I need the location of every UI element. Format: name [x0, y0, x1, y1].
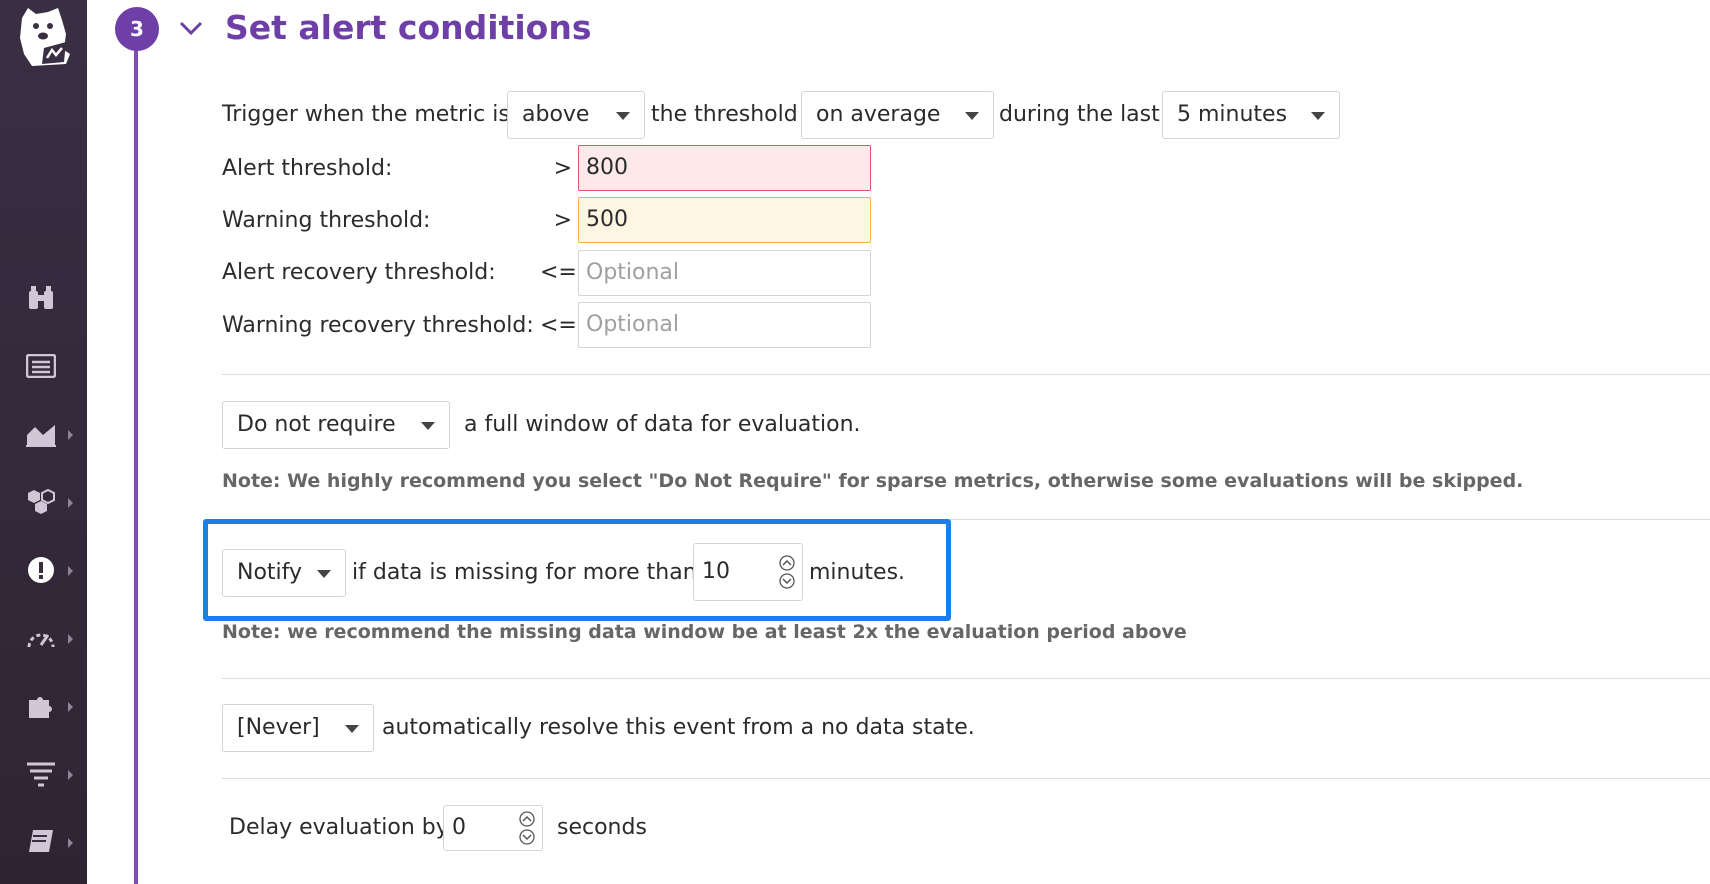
sidebar-item-monitors[interactable]	[0, 550, 87, 590]
aggregation-select[interactable]: on average	[801, 91, 994, 139]
chevron-right-icon	[66, 563, 76, 577]
chevron-down-icon[interactable]	[178, 17, 204, 39]
warning-threshold-operator: >	[553, 208, 572, 233]
section-title[interactable]: Set alert conditions	[225, 6, 591, 50]
warning-threshold-label: Warning threshold:	[222, 208, 431, 233]
sidebar-item-dashboards[interactable]	[0, 414, 87, 454]
step-number-badge: 3	[115, 7, 159, 51]
alert-icon	[25, 554, 57, 586]
caret-down-icon	[965, 112, 979, 120]
sidebar-item-infrastructure[interactable]	[0, 482, 87, 522]
full-window-select[interactable]: Do not require	[222, 401, 450, 449]
alert-threshold-label: Alert threshold:	[222, 156, 393, 181]
chevron-right-icon	[66, 631, 76, 645]
number-stepper-icon[interactable]	[518, 810, 536, 846]
sidebar-item-watchdog[interactable]	[0, 278, 87, 318]
chevron-right-icon	[66, 699, 76, 713]
book-icon	[25, 826, 57, 858]
divider	[222, 678, 1710, 679]
trigger-during-label: during the last	[999, 102, 1160, 127]
full-window-select-value: Do not require	[237, 412, 396, 437]
trigger-prefix-label: Trigger when the metric is	[222, 102, 510, 127]
filter-lines-icon	[25, 758, 57, 790]
missing-data-note: Note: we recommend the missing data wind…	[222, 621, 1187, 643]
warning-recovery-threshold-label: Warning recovery threshold:	[222, 313, 534, 338]
chevron-right-icon	[66, 495, 76, 509]
alert-threshold-operator: >	[553, 156, 572, 181]
auto-resolve-suffix-label: automatically resolve this event from a …	[382, 715, 975, 740]
hexagons-icon	[25, 486, 57, 518]
list-icon	[25, 350, 57, 382]
step-rail	[134, 40, 138, 884]
caret-down-icon	[345, 725, 359, 733]
binoculars-icon	[25, 282, 57, 314]
alert-recovery-threshold-input[interactable]: Optional	[578, 250, 871, 296]
aggregation-select-value: on average	[816, 102, 941, 127]
warning-threshold-input[interactable]: 500	[578, 197, 871, 243]
auto-resolve-select[interactable]: [Never]	[222, 704, 374, 752]
caret-down-icon	[616, 112, 630, 120]
delay-prefix-label: Delay evaluation by	[229, 815, 449, 840]
highlight-box	[203, 519, 951, 621]
area-chart-icon	[25, 418, 57, 450]
chevron-right-icon	[66, 767, 76, 781]
sidebar-item-integrations[interactable]	[0, 686, 87, 726]
sidebar-item-events[interactable]	[0, 346, 87, 386]
sidebar-item-apm[interactable]	[0, 618, 87, 658]
full-window-note: Note: We highly recommend you select "Do…	[222, 470, 1524, 492]
sidebar	[0, 0, 87, 884]
comparison-select-value: above	[522, 102, 590, 127]
full-window-suffix-label: a full window of data for evaluation.	[464, 412, 861, 437]
trigger-middle-label: the threshold	[651, 102, 798, 127]
sidebar-item-notebooks[interactable]	[0, 822, 87, 862]
puzzle-icon	[25, 690, 57, 722]
alert-recovery-operator: <=	[540, 260, 577, 285]
comparison-select[interactable]: above	[507, 91, 645, 139]
caret-down-icon	[1311, 112, 1325, 120]
delay-seconds-value: 0	[452, 815, 466, 840]
warning-recovery-operator: <=	[540, 313, 577, 338]
sidebar-item-logs[interactable]	[0, 754, 87, 794]
datadog-logo-icon[interactable]	[14, 4, 72, 68]
chevron-right-icon	[66, 835, 76, 849]
warning-recovery-threshold-input[interactable]: Optional	[578, 302, 871, 348]
window-select[interactable]: 5 minutes	[1162, 91, 1340, 139]
gauge-icon	[25, 622, 57, 654]
window-select-value: 5 minutes	[1177, 102, 1288, 127]
divider	[222, 778, 1710, 779]
delay-suffix-label: seconds	[557, 815, 647, 840]
alert-recovery-threshold-label: Alert recovery threshold:	[222, 260, 496, 285]
alert-threshold-input[interactable]: 800	[578, 145, 871, 191]
auto-resolve-select-value: [Never]	[237, 715, 320, 740]
chevron-right-icon	[66, 427, 76, 441]
divider	[222, 374, 1710, 375]
caret-down-icon	[421, 422, 435, 430]
delay-seconds-input[interactable]: 0	[443, 805, 543, 851]
